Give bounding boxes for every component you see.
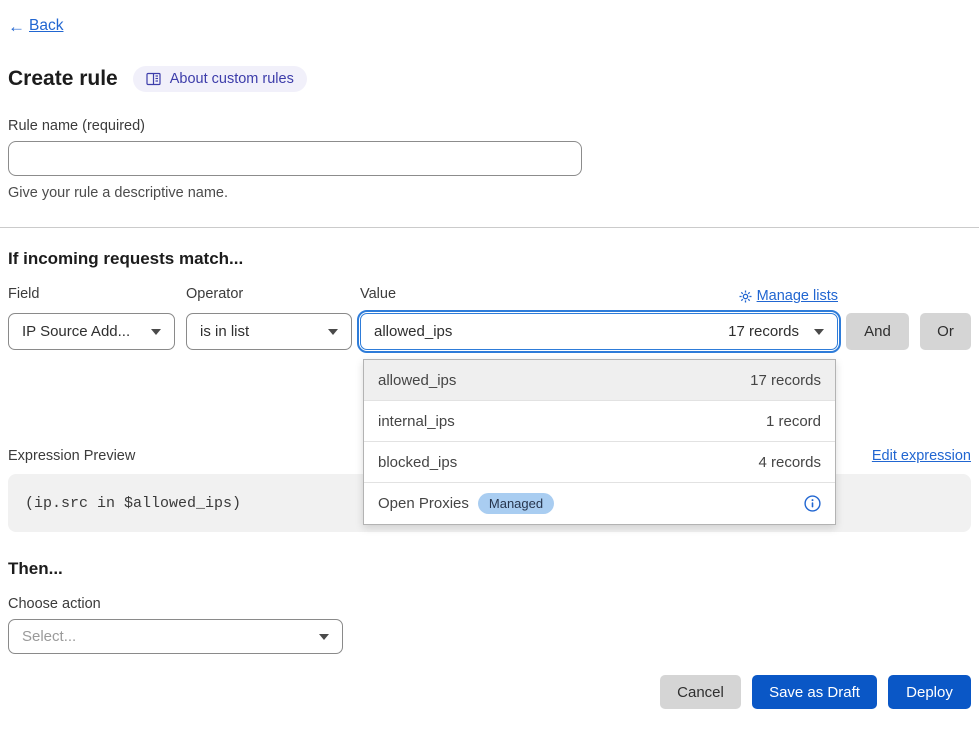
list-option-name: Open Proxies: [378, 495, 469, 512]
list-option-name: allowed_ips: [378, 372, 456, 389]
page-title: Create rule: [8, 67, 118, 91]
operator-label: Operator: [186, 286, 352, 306]
condition-row: Field IP Source Add... Operator is in li…: [8, 286, 971, 350]
list-option-blocked-ips[interactable]: blocked_ips 4 records: [364, 442, 835, 483]
about-custom-rules-link[interactable]: About custom rules: [133, 66, 307, 92]
managed-badge: Managed: [478, 493, 554, 514]
list-option-count: 1 record: [766, 413, 821, 430]
expression-preview-label: Expression Preview: [8, 448, 135, 464]
back-link[interactable]: Back: [29, 17, 63, 35]
page-header: Create rule About custom rules: [8, 66, 971, 92]
list-option-internal-ips[interactable]: internal_ips 1 record: [364, 401, 835, 442]
deploy-button[interactable]: Deploy: [888, 675, 971, 709]
list-option-count: 4 records: [758, 454, 821, 471]
expression-code: (ip.src in $allowed_ips): [25, 495, 241, 512]
gear-icon: [739, 290, 752, 303]
list-option-allowed-ips[interactable]: allowed_ips 17 records: [364, 360, 835, 401]
value-select-name: allowed_ips: [374, 323, 452, 340]
rule-name-helper: Give your rule a descriptive name.: [8, 185, 971, 201]
book-icon: [146, 72, 162, 86]
chevron-down-icon: [328, 329, 338, 335]
chevron-down-icon: [319, 634, 329, 640]
field-label: Field: [8, 286, 175, 306]
info-icon[interactable]: [804, 495, 821, 512]
value-column: Value Manage lists: [360, 286, 838, 350]
or-button[interactable]: Or: [920, 313, 971, 350]
value-select-count: 17 records: [728, 323, 799, 340]
then-heading: Then...: [8, 559, 971, 579]
list-option-open-proxies[interactable]: Open Proxies Managed: [364, 483, 835, 524]
operator-select-value: is in list: [200, 323, 249, 340]
field-select-value: IP Source Add...: [22, 323, 130, 340]
connector-buttons: And Or: [846, 286, 971, 350]
action-select[interactable]: Select...: [8, 619, 343, 654]
action-select-placeholder: Select...: [22, 628, 76, 645]
choose-action-label: Choose action: [8, 596, 971, 612]
about-custom-rules-label: About custom rules: [170, 71, 294, 87]
section-divider: [0, 227, 979, 228]
value-label-row: Value Manage lists: [360, 286, 838, 306]
back-arrow-icon: ←: [8, 18, 25, 35]
edit-expression-link[interactable]: Edit expression: [872, 448, 971, 464]
chevron-down-icon: [151, 329, 161, 335]
list-option-name: internal_ips: [378, 413, 455, 430]
manage-lists-label: Manage lists: [757, 288, 838, 304]
value-select[interactable]: allowed_ips 17 records: [360, 313, 838, 350]
manage-lists-link[interactable]: Manage lists: [739, 288, 838, 304]
field-select[interactable]: IP Source Add...: [8, 313, 175, 350]
create-rule-page: ← Back Create rule About custom rules Ru…: [0, 17, 979, 709]
rule-name-label: Rule name (required): [8, 118, 971, 134]
list-option-name: blocked_ips: [378, 454, 457, 471]
footer-actions: Cancel Save as Draft Deploy: [8, 675, 971, 709]
save-as-draft-button[interactable]: Save as Draft: [752, 675, 877, 709]
value-dropdown-panel: allowed_ips 17 records internal_ips 1 re…: [363, 359, 836, 525]
value-select-right: 17 records: [728, 323, 824, 340]
rule-name-input[interactable]: [8, 141, 582, 176]
list-option-left: Open Proxies Managed: [378, 493, 554, 514]
operator-select[interactable]: is in list: [186, 313, 352, 350]
match-section-heading: If incoming requests match...: [8, 249, 971, 269]
operator-column: Operator is in list: [186, 286, 352, 350]
and-button[interactable]: And: [846, 313, 909, 350]
list-option-count: 17 records: [750, 372, 821, 389]
value-label: Value: [360, 286, 396, 306]
field-column: Field IP Source Add...: [8, 286, 175, 350]
cancel-button[interactable]: Cancel: [660, 675, 741, 709]
breadcrumb: ← Back: [8, 17, 971, 35]
chevron-down-icon: [814, 329, 824, 335]
